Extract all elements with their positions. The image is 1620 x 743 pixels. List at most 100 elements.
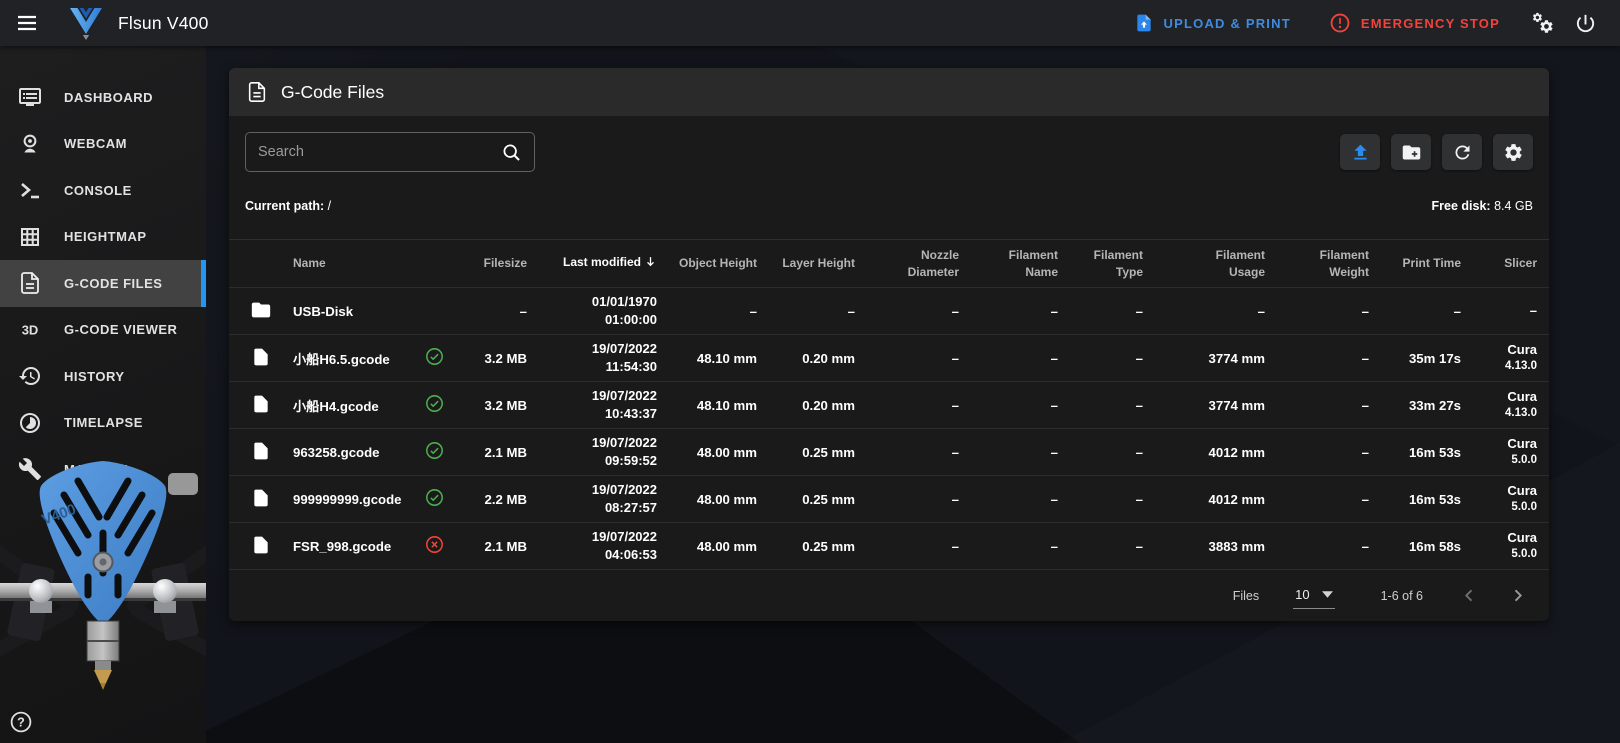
file-name: 963258.gcode (293, 444, 380, 460)
power-icon[interactable] (1564, 2, 1606, 44)
sidebar-item-history[interactable]: HISTORY (0, 353, 206, 400)
status-ok-icon (423, 441, 459, 463)
column-header-filament-name[interactable]: Filament Name (971, 247, 1070, 279)
sidebar-item-gcode-viewer[interactable]: 3D G-CODE VIEWER (0, 307, 206, 354)
folder-plus-icon (1402, 145, 1420, 159)
heightmap-icon (18, 225, 42, 249)
print-time-cell: 35m 17s (1408, 350, 1461, 366)
file-name: FSR_998.gcode (293, 538, 392, 554)
column-header-layer-height[interactable]: Layer Height (769, 255, 867, 271)
object-height-cell: 48.10 mm (696, 397, 757, 413)
sidebar-item-webcam[interactable]: WEBCAM (0, 121, 206, 168)
filesize-cell: 2.1 MB (484, 444, 527, 460)
flsun-logo-icon (68, 6, 104, 40)
filesize-cell: 3.2 MB (484, 397, 527, 413)
sidebar-item-timelapse[interactable]: TIMELAPSE (0, 400, 206, 447)
slicer-cell: Cura 5.0.0 (1507, 483, 1537, 513)
slicer-cell: Cura 4.13.0 (1505, 389, 1537, 419)
upload-file-button[interactable] (1340, 134, 1380, 170)
upload-icon (1353, 144, 1367, 159)
status-ok-icon (423, 347, 459, 369)
last-modified-cell: 19/07/2022 11:54:30 (591, 340, 657, 374)
table-footer: Files 10 1-6 of 6 (229, 569, 1549, 621)
sidebar-item-console[interactable]: CONSOLE (0, 167, 206, 214)
print-time-cell: 16m 53s (1408, 491, 1461, 507)
sidebar-item-gcode-files[interactable]: G-CODE FILES (0, 260, 206, 307)
file-name: USB-Disk (293, 303, 354, 319)
sidebar-item-heightmap[interactable]: HEIGHTMAP (0, 214, 206, 261)
filament-name-cell: – (1050, 491, 1058, 507)
column-header-filament-type[interactable]: Filament Type (1070, 247, 1155, 279)
column-header-object-height[interactable]: Object Height (669, 255, 769, 271)
table-row[interactable]: 999999999.gcode 2.2 MB 19/07/2022 08:27:5… (229, 475, 1549, 522)
create-folder-button[interactable] (1391, 134, 1431, 170)
panel-header: G-Code Files (229, 68, 1549, 116)
gcode-files-panel: G-Code Files Search Current path: / Free… (229, 68, 1549, 621)
status-error-icon (423, 535, 459, 557)
filament-usage-cell: 4012 mm (1208, 491, 1265, 507)
upload-print-button[interactable]: UPLOAD & PRINT (1120, 0, 1305, 46)
menu-icon[interactable] (10, 6, 44, 40)
search-icon (503, 144, 520, 161)
slicer-cell: Cura 5.0.0 (1507, 530, 1537, 560)
table-row[interactable]: 小船H4.gcode 3.2 MB 19/07/2022 10:43:37 48.… (229, 381, 1549, 428)
svg-text:3D: 3D (22, 322, 39, 337)
column-header-filament-weight[interactable]: Filament Weight (1277, 247, 1381, 279)
search-input[interactable] (258, 144, 501, 160)
file-icon (229, 393, 293, 418)
chevron-down-icon (1321, 590, 1333, 598)
pagination-range: 1-6 of 6 (1380, 588, 1423, 603)
next-page-button[interactable] (1499, 578, 1535, 614)
layer-height-cell: 0.25 mm (802, 444, 855, 460)
table-row[interactable]: FSR_998.gcode 2.1 MB 19/07/2022 04:06:53 … (229, 522, 1549, 569)
files-per-page-label: Files (1232, 588, 1260, 603)
interface-settings-icon[interactable] (1522, 2, 1564, 44)
refresh-icon (1455, 145, 1469, 159)
folder-icon (229, 299, 293, 324)
page-title: G-Code Files (281, 81, 385, 102)
gear-icon (1504, 143, 1522, 161)
webcam-icon (18, 132, 42, 156)
table-body: USB-Disk – 01/01/1970 01:00:00 – – – – – … (229, 287, 1549, 569)
nozzle-diameter-cell: – (951, 350, 959, 366)
print-time-cell: – (1453, 303, 1461, 319)
emergency-stop-button[interactable]: EMERGENCY STOP (1315, 0, 1514, 46)
column-header-nozzle-diameter[interactable]: Nozzle Diameter (867, 247, 971, 279)
file-settings-button[interactable] (1493, 134, 1533, 170)
previous-page-button[interactable] (1451, 578, 1487, 614)
filament-usage-cell: 4012 mm (1208, 444, 1265, 460)
column-header-slicer[interactable]: Slicer (1473, 255, 1549, 271)
table-header: Name Filesize Last modified Object Heigh… (229, 239, 1549, 287)
status-ok-icon (423, 488, 459, 510)
filament-usage-cell: 3774 mm (1208, 397, 1265, 413)
table-row[interactable]: USB-Disk – 01/01/1970 01:00:00 – – – – – … (229, 287, 1549, 334)
nozzle-diameter-cell: – (951, 397, 959, 413)
filament-name-cell: – (1050, 350, 1058, 366)
slicer-cell: – (1529, 302, 1537, 318)
file-name: 小船H6.5.gcode (293, 351, 390, 367)
per-page-select[interactable]: 10 (1293, 583, 1335, 609)
topbar: Flsun V400 UPLOAD & PRINT EMERGENCY STOP (0, 0, 1620, 46)
filament-name-cell: – (1050, 538, 1058, 554)
filament-type-cell: – (1135, 397, 1143, 413)
table-row[interactable]: 小船H6.5.gcode 3.2 MB 19/07/2022 11:54:30 4… (229, 334, 1549, 381)
alert-icon (1330, 13, 1350, 33)
app-title: Flsun V400 (118, 12, 209, 33)
column-header-last-modified[interactable]: Last modified (539, 254, 669, 272)
table-row[interactable]: 963258.gcode 2.1 MB 19/07/2022 09:59:52 4… (229, 428, 1549, 475)
print-time-cell: 16m 58s (1408, 538, 1461, 554)
column-header-print-time[interactable]: Print Time (1381, 255, 1473, 271)
filament-type-cell: – (1135, 303, 1143, 319)
file-icon (229, 440, 293, 465)
sidebar-item-dashboard[interactable]: DASHBOARD (0, 74, 206, 121)
file-name: 小船H4.gcode (293, 398, 379, 414)
object-height-cell: 48.10 mm (696, 350, 757, 366)
column-header-name[interactable]: Name (293, 255, 423, 271)
filament-usage-cell: – (1257, 303, 1265, 319)
help-icon[interactable]: ? (9, 710, 33, 734)
layer-height-cell: 0.20 mm (802, 350, 855, 366)
refresh-button[interactable] (1442, 134, 1482, 170)
print-time-cell: 16m 53s (1408, 444, 1461, 460)
column-header-filesize[interactable]: Filesize (459, 255, 539, 271)
column-header-filament-usage[interactable]: Filament Usage (1155, 247, 1277, 279)
